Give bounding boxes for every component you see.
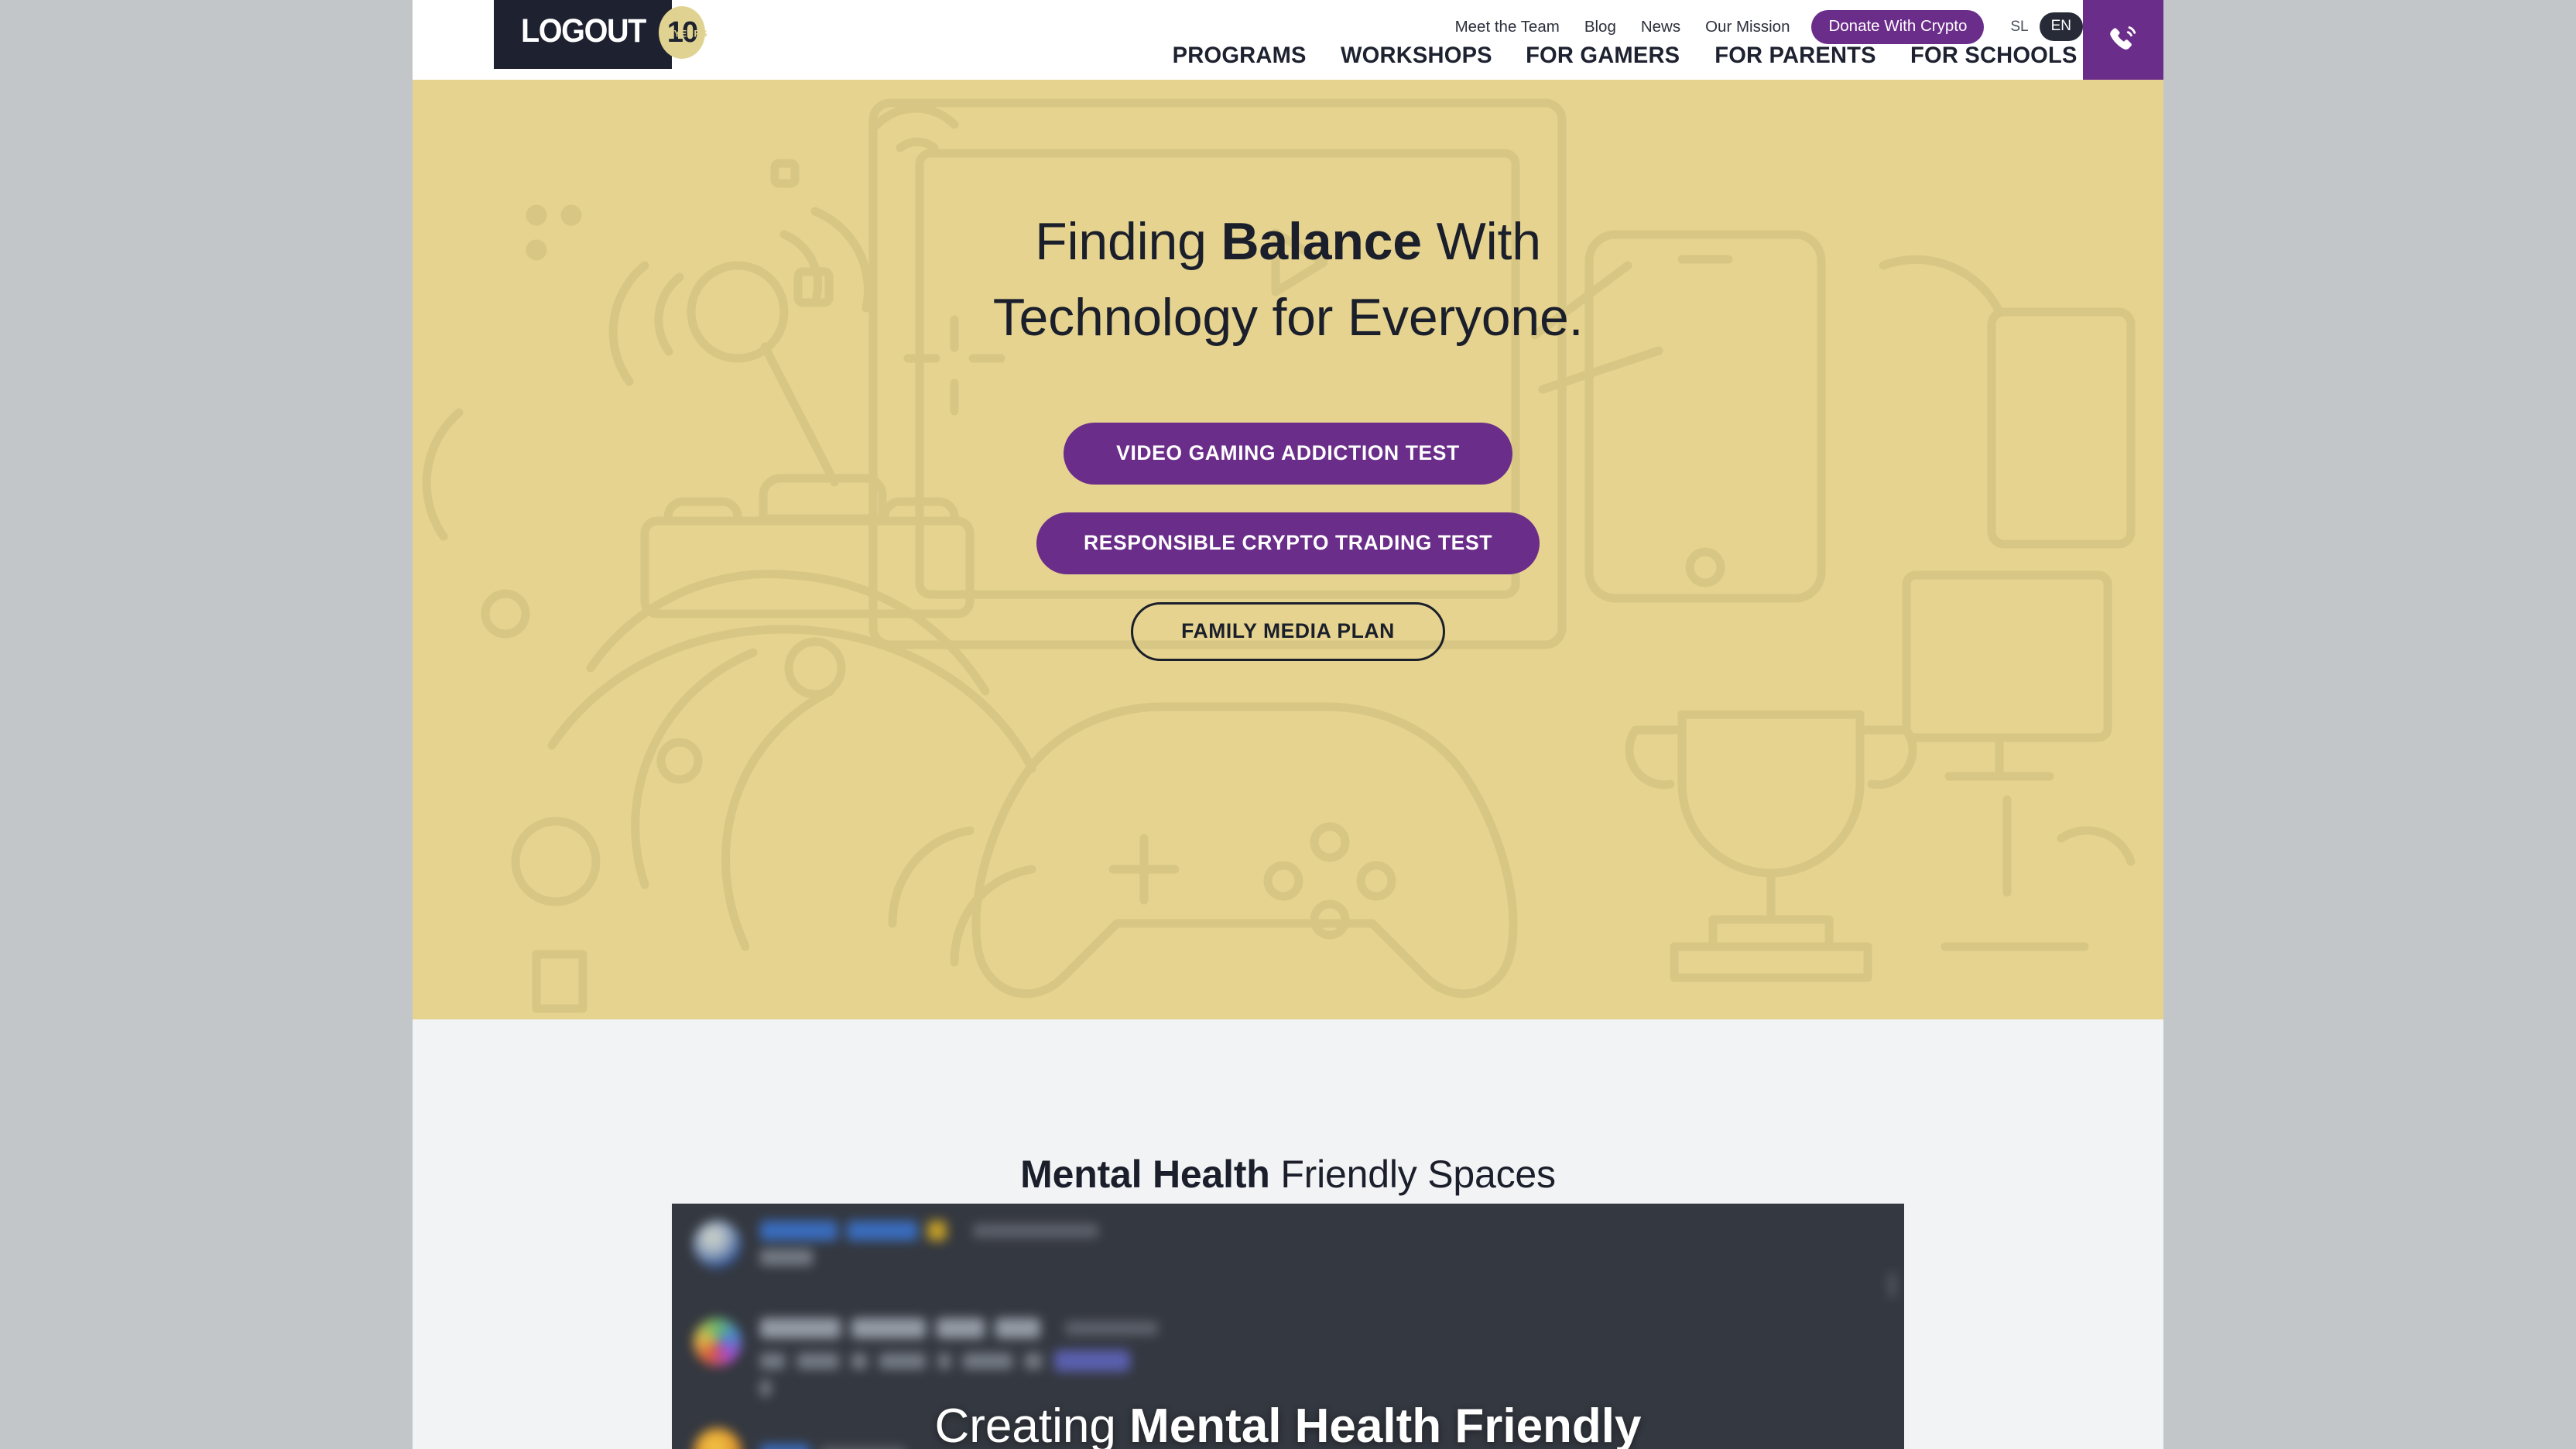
chat-scrollbar[interactable] bbox=[1889, 1272, 1896, 1298]
responsible-crypto-trading-test-button[interactable]: RESPONSIBLE CRYPTO TRADING TEST bbox=[1036, 512, 1540, 574]
chat-message-text bbox=[797, 1352, 839, 1369]
chat-username bbox=[851, 1318, 926, 1338]
top-link-blog[interactable]: Blog bbox=[1572, 18, 1629, 36]
family-media-plan-button[interactable]: FAMILY MEDIA PLAN bbox=[1131, 601, 1445, 661]
chat-username bbox=[995, 1318, 1040, 1338]
nav-item-workshops[interactable]: WORKSHOPS bbox=[1326, 43, 1506, 69]
video-preview-card[interactable]: Creating Mental Health Friendly bbox=[672, 1204, 1904, 1449]
section-title: Mental Health Friendly Spaces bbox=[413, 1152, 2163, 1197]
chat-message-row bbox=[694, 1318, 1158, 1396]
chat-username bbox=[760, 1318, 841, 1338]
top-link-meet-the-team[interactable]: Meet the Team bbox=[1443, 18, 1572, 36]
main-navigation: PROGRAMS WORKSHOPS FOR GAMERS FOR PARENT… bbox=[1156, 43, 2080, 69]
page-content: LOGOUT 10 YEARS Meet the Team Blog News … bbox=[413, 0, 2163, 1449]
chat-message-row bbox=[694, 1221, 1098, 1269]
phone-ringing-icon bbox=[2110, 26, 2136, 50]
chat-message-text bbox=[760, 1249, 813, 1266]
nav-item-programs[interactable]: PROGRAMS bbox=[1159, 43, 1321, 69]
hero-content: Finding Balance With Technology for Ever… bbox=[413, 80, 2163, 1019]
site-logo[interactable]: LOGOUT bbox=[494, 0, 672, 69]
chat-avatar bbox=[694, 1221, 742, 1269]
nav-item-for-gamers[interactable]: FOR GAMERS bbox=[1512, 43, 1694, 69]
top-link-our-mission[interactable]: Our Mission bbox=[1693, 18, 1802, 36]
language-option-sl[interactable]: SL bbox=[2007, 17, 2031, 37]
chat-mention-pill bbox=[1054, 1350, 1130, 1372]
chat-message-text bbox=[938, 1352, 951, 1369]
chat-avatar bbox=[694, 1318, 742, 1366]
chat-message-text bbox=[851, 1352, 867, 1369]
phone-contact-button[interactable] bbox=[2083, 0, 2163, 80]
top-utility-nav: Meet the Team Blog News Our Mission Dona… bbox=[1443, 9, 2083, 44]
chat-timestamp bbox=[973, 1224, 1098, 1238]
hero-title-part1: Finding bbox=[1035, 212, 1221, 271]
chat-username bbox=[760, 1221, 838, 1241]
logo-wordmark: LOGOUT bbox=[520, 12, 646, 50]
nav-item-for-parents[interactable]: FOR PARENTS bbox=[1701, 43, 1890, 69]
chat-timestamp bbox=[1065, 1321, 1158, 1335]
video-overlay-bold: Mental Health Friendly bbox=[1129, 1399, 1642, 1449]
site-header: LOGOUT 10 YEARS Meet the Team Blog News … bbox=[413, 0, 2163, 80]
hero-section: Finding Balance With Technology for Ever… bbox=[413, 80, 2163, 1019]
mental-health-friendly-spaces-section: Mental Health Friendly Spaces Creating M… bbox=[413, 1019, 2163, 1449]
chat-badge-icon bbox=[927, 1221, 947, 1241]
section-title-bold: Mental Health bbox=[1020, 1153, 1270, 1196]
hero-title-bold: Balance bbox=[1221, 212, 1423, 271]
chat-message-text bbox=[760, 1380, 771, 1396]
donate-with-crypto-button[interactable]: Donate With Crypto bbox=[1811, 9, 1985, 44]
hero-title: Finding Balance With Technology for Ever… bbox=[901, 204, 1675, 356]
language-switcher: SL EN bbox=[2007, 12, 2083, 41]
chat-message-text bbox=[963, 1352, 1012, 1369]
language-option-en-active[interactable]: EN bbox=[2039, 12, 2083, 41]
chat-message-text bbox=[879, 1352, 926, 1369]
nav-item-for-schools[interactable]: FOR SCHOOLS bbox=[1896, 43, 2077, 69]
browser-viewport: LOGOUT 10 YEARS Meet the Team Blog News … bbox=[0, 0, 2576, 1449]
chat-message-text bbox=[1025, 1352, 1042, 1369]
logo-badge-years-label: YEARS bbox=[673, 28, 707, 39]
chat-username bbox=[937, 1318, 985, 1338]
video-overlay-light: Creating bbox=[934, 1399, 1130, 1449]
logo-anniversary-badge: 10 YEARS bbox=[659, 6, 707, 59]
video-overlay-title: Creating Mental Health Friendly bbox=[672, 1399, 1904, 1449]
top-link-news[interactable]: News bbox=[1629, 18, 1693, 36]
section-title-light: Friendly Spaces bbox=[1269, 1153, 1556, 1196]
video-gaming-addiction-test-button[interactable]: VIDEO GAMING ADDICTION TEST bbox=[1064, 422, 1512, 485]
chat-message-text bbox=[760, 1352, 785, 1369]
chat-username bbox=[847, 1221, 918, 1241]
